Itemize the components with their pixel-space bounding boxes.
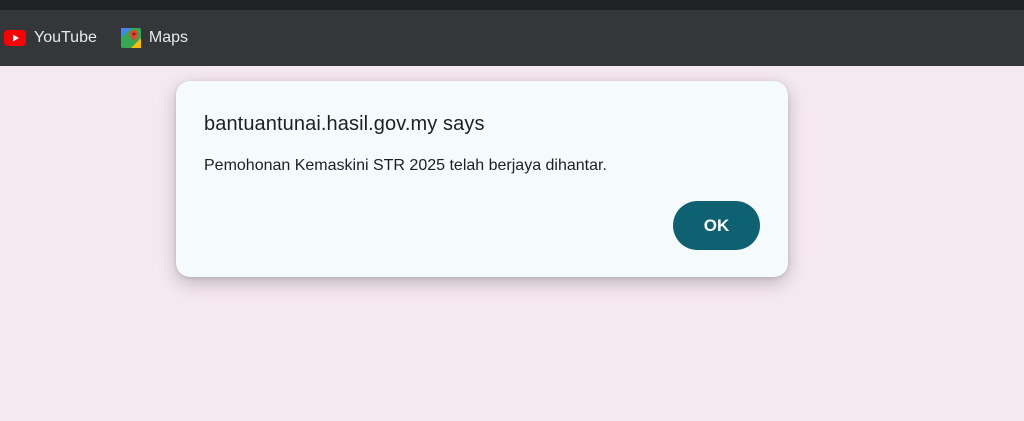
youtube-icon <box>4 30 26 46</box>
dialog-title: bantuantunai.hasil.gov.my says <box>204 113 485 135</box>
bookmark-maps[interactable]: Maps <box>120 10 196 66</box>
dialog-message: Pemohonan Kemaskini STR 2025 telah berja… <box>204 157 607 174</box>
page-content: bantuantunai.hasil.gov.my says Pemohonan… <box>0 66 1024 421</box>
google-maps-icon <box>120 28 141 48</box>
bookmark-label: YouTube <box>34 29 97 46</box>
bookmark-label: Maps <box>148 29 188 46</box>
ok-button[interactable]: OK <box>673 201 760 250</box>
bookmarks-bar: YouTube Maps <box>0 10 1024 66</box>
bookmark-youtube[interactable]: YouTube <box>4 10 105 66</box>
browser-tab-strip <box>0 0 1024 10</box>
alert-dialog: bantuantunai.hasil.gov.my says Pemohonan… <box>176 81 788 277</box>
